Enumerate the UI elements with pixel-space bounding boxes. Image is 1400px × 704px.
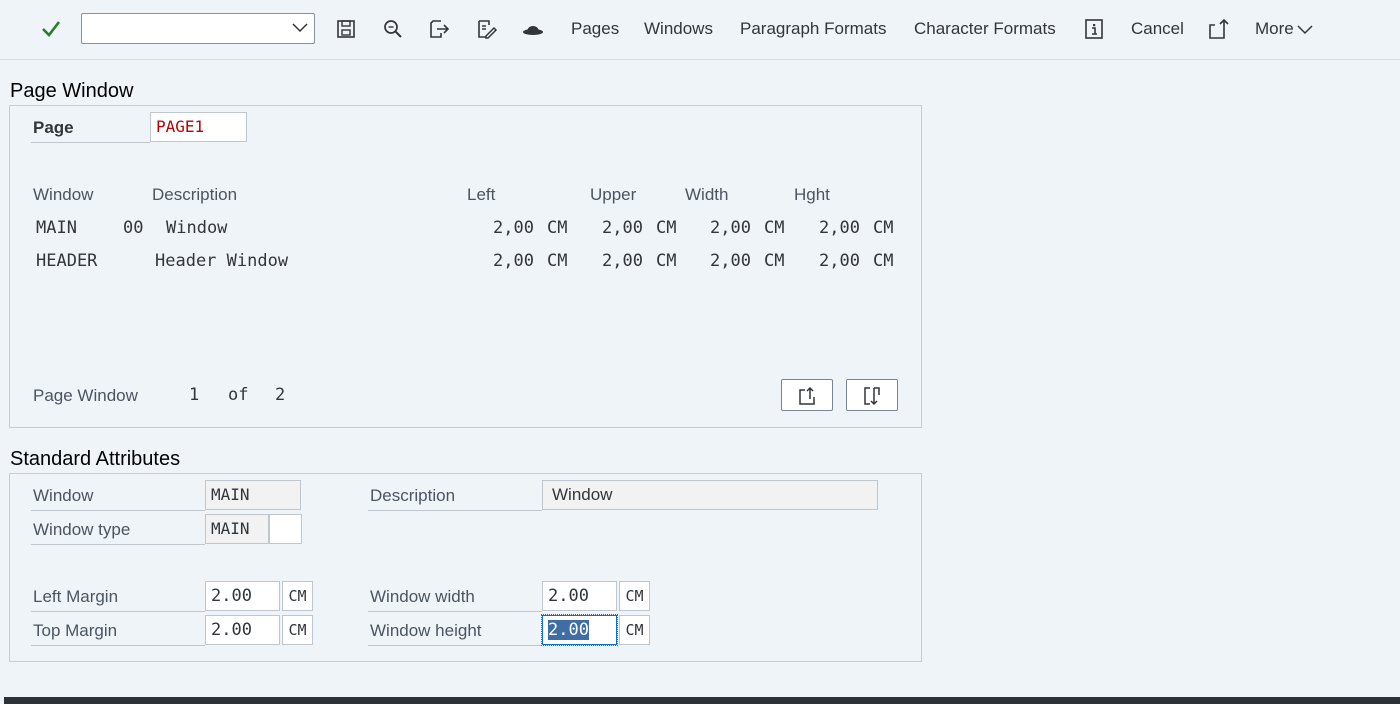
pager-current: 1 (189, 385, 200, 405)
window-type-field: MAIN (205, 514, 269, 544)
find-icon[interactable] (381, 17, 405, 41)
col-left: Left (467, 185, 496, 204)
info-icon[interactable] (1082, 17, 1106, 41)
upload-icon[interactable] (1206, 17, 1230, 41)
window-height-unit: CM (619, 615, 650, 645)
cancel-button[interactable]: Cancel (1131, 19, 1184, 39)
pages-button[interactable]: Pages (571, 19, 619, 39)
left-margin-label: Left Margin (33, 587, 119, 606)
row-num: 00 (123, 218, 144, 238)
window-label: Window (33, 486, 94, 505)
paragraph-formats-button[interactable]: Paragraph Formats (740, 19, 886, 39)
more-label: More (1255, 19, 1294, 38)
left-margin-unit: CM (282, 581, 313, 611)
more-button[interactable]: More (1255, 19, 1313, 39)
standard-attributes-title: Standard Attributes (10, 448, 181, 470)
window-type-label: Window type (33, 520, 131, 539)
row-hght-unit: CM (873, 218, 894, 238)
window-height-value: 2.00 (548, 620, 589, 640)
windows-button[interactable]: Windows (644, 19, 713, 39)
save-icon[interactable] (334, 17, 358, 41)
page-down-icon (864, 387, 880, 406)
window-type-label-underline (31, 544, 205, 545)
col-hght: Hght (794, 185, 830, 204)
window-height-field[interactable]: 2.00 (541, 614, 618, 646)
top-margin-label-underline (31, 645, 205, 646)
row-hght: 2,00 (819, 251, 860, 271)
row-width-unit: CM (764, 251, 785, 271)
window-width-label-underline (368, 611, 542, 612)
page-field[interactable]: PAGE1 (150, 112, 247, 142)
pager-total: 2 (275, 385, 286, 405)
window-height-label: Window height (370, 621, 482, 640)
window-type-extra-field[interactable] (269, 514, 302, 544)
window-label-underline (31, 510, 205, 511)
edit-icon[interactable] (474, 17, 498, 41)
page-down-button[interactable] (846, 379, 898, 411)
top-margin-label: Top Margin (33, 621, 118, 640)
row-description: Window (166, 218, 228, 238)
row-hght: 2,00 (819, 218, 860, 238)
row-window: HEADER (36, 251, 98, 271)
left-margin-label-underline (31, 611, 205, 612)
row-upper-unit: CM (656, 251, 677, 271)
footer-bar (4, 697, 1400, 704)
row-left: 2,00 (493, 251, 534, 271)
col-upper: Upper (590, 185, 637, 204)
page-label-underline (31, 142, 150, 143)
hat-icon[interactable] (521, 17, 545, 41)
row-left-unit: CM (547, 251, 568, 271)
col-width: Width (685, 185, 729, 204)
row-width: 2,00 (710, 251, 751, 271)
description-field: Window (542, 480, 878, 510)
window-width-field[interactable]: 2.00 (542, 581, 617, 611)
page-up-button[interactable] (781, 379, 833, 411)
chevron-down-icon (1297, 24, 1313, 34)
command-field[interactable] (81, 13, 315, 44)
row-left: 2,00 (493, 218, 534, 238)
left-margin-field[interactable]: 2.00 (205, 581, 280, 611)
description-label-underline (368, 510, 542, 511)
top-margin-field[interactable]: 2.00 (205, 615, 280, 645)
row-hght-unit: CM (873, 251, 894, 271)
description-label: Description (370, 486, 456, 505)
checkmark-icon[interactable] (38, 16, 64, 42)
window-field: MAIN (205, 480, 301, 510)
window-width-unit: CM (619, 581, 650, 611)
pager-of: of (228, 385, 249, 405)
col-window: Window (33, 185, 94, 204)
page-label: Page (33, 118, 74, 137)
col-description: Description (152, 185, 238, 204)
row-left-unit: CM (547, 218, 568, 238)
top-margin-unit: CM (282, 615, 313, 645)
pager-label: Page Window (33, 386, 138, 405)
row-width-unit: CM (764, 218, 785, 238)
toolbar: Pages Windows Paragraph Formats Characte… (0, 0, 1400, 60)
page-window-title: Page Window (10, 80, 134, 102)
row-upper-unit: CM (656, 218, 677, 238)
exit-icon[interactable] (427, 17, 451, 41)
window-height-label-underline (368, 645, 542, 646)
row-window: MAIN (36, 218, 77, 238)
row-width: 2,00 (710, 218, 751, 238)
row-description: Header Window (155, 251, 289, 271)
character-formats-button[interactable]: Character Formats (914, 19, 1056, 39)
page-up-icon (799, 386, 815, 405)
row-upper: 2,00 (602, 251, 643, 271)
row-upper: 2,00 (602, 218, 643, 238)
window-width-label: Window width (370, 587, 475, 606)
chevron-down-icon[interactable] (292, 23, 308, 33)
